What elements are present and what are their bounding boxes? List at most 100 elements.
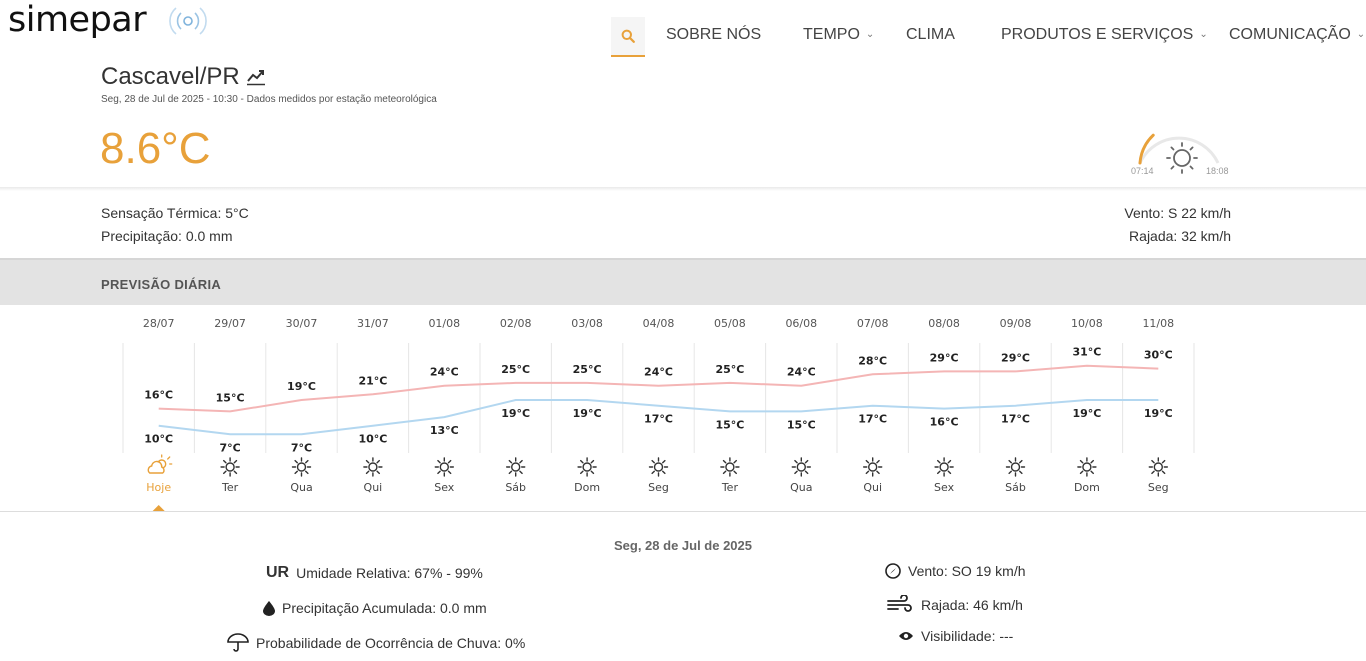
nav-label: CLIMA [906,26,955,43]
min-temp-label: 13°C [430,424,459,437]
compass-icon [885,563,901,579]
chart-trend-icon[interactable] [246,68,266,86]
sun-icon[interactable] [1148,457,1169,477]
forecast-day-label: Qui [863,481,882,494]
max-temp-label: 31°C [1072,346,1101,359]
gust-text: Rajada: 46 km/h [921,597,1023,613]
min-temp-label: 7°C [291,441,312,454]
min-temp-label: 10°C [358,433,387,446]
nav-clima[interactable]: CLIMA [906,26,955,44]
sun-icon[interactable] [934,457,954,477]
current-temperature: 8.6°C [100,124,211,173]
rain-prob-row: Probabilidade de Ocorrência de Chuva: 0% [227,633,525,653]
forecast-date: 11/08 [1142,317,1174,330]
humidity-row: UR Umidade Relativa: 67% - 99% [266,564,483,582]
forecast-date: 03/08 [571,317,603,330]
forecast-date: 07/08 [857,317,889,330]
sun-icon[interactable] [1077,457,1097,477]
max-temp-label: 21°C [358,374,387,387]
precip-accum-text: Precipitação Acumulada: 0.0 mm [282,600,487,616]
forecast-day-label: Ter [221,481,239,494]
sun-icon[interactable] [363,457,383,477]
sunrise-time: 07:14 [1131,166,1154,176]
nav-produtos-servicos[interactable]: PRODUTOS E SERVIÇOS ⌄ [1001,26,1208,44]
forecast-day-label: Hoje [146,481,171,494]
max-temp-label: 30°C [1144,349,1173,362]
min-temp-label: 17°C [858,413,887,426]
nav-label: PRODUTOS E SERVIÇOS [1001,26,1194,43]
nav-comunicacao[interactable]: COMUNICAÇÃO ⌄ [1229,26,1365,44]
sun-icon[interactable] [791,457,811,477]
min-temp-label: 17°C [1001,413,1030,426]
visibility-text: Visibilidade: --- [921,628,1014,644]
divider [0,187,1366,191]
partly-cloudy-icon[interactable] [147,454,173,474]
max-temp-label: 19°C [287,380,316,393]
forecast-date: 31/07 [357,317,389,330]
forecast-day-label: Qua [290,481,312,494]
forecast-date: 29/07 [214,317,246,330]
precipitation-now: Precipitação: 0.0 mm [101,228,233,244]
chevron-down-icon: ⌄ [1199,29,1208,40]
city-name: Cascavel/PR [101,63,240,90]
sun-icon[interactable] [648,457,669,477]
sun-icon[interactable] [720,457,740,477]
logo-text: simepar [8,0,147,40]
forecast-day-label: Seg [1148,481,1169,494]
max-temp-label: 25°C [573,363,602,376]
umbrella-icon [227,633,249,653]
forecast-chart: 28/07 16°C 10°C Hoje 29/07 15°C 7°C Ter 30/07 19… [122,317,1195,512]
max-temp-label: 29°C [1001,351,1030,364]
max-temp-label: 24°C [430,366,459,379]
search-button[interactable] [611,17,645,57]
forecast-date: 09/08 [1000,317,1032,330]
max-temp-label: 28°C [858,354,887,367]
sun-icon[interactable] [434,457,454,477]
min-temp-label: 19°C [573,407,602,420]
feels-like: Sensação Térmica: 5°C [101,205,249,221]
min-temp-label: 15°C [715,418,744,431]
forecast-date: 10/08 [1071,317,1103,330]
visibility-row: Visibilidade: --- [898,628,1013,644]
simepar-logo[interactable]: simepar [8,0,147,40]
eye-icon [898,630,914,642]
sun-icon[interactable] [1005,457,1026,477]
wind-row: Vento: SO 19 km/h [885,563,1026,579]
nav-tempo[interactable]: TEMPO ⌄ [803,26,874,44]
forecast-date: 02/08 [500,317,532,330]
sun-icon[interactable] [220,457,240,477]
min-temp-label: 7°C [219,441,240,454]
min-temp-label: 17°C [644,413,673,426]
max-temp-label: 29°C [930,351,959,364]
precip-accum-row: Precipitação Acumulada: 0.0 mm [263,600,487,616]
sun-icon [1166,142,1198,174]
forecast-day-label: Seg [648,481,669,494]
max-temp-label: 15°C [216,391,245,404]
divider [0,511,1366,512]
detail-date: Seg, 28 de Jul de 2025 [613,538,753,553]
max-temp-label: 24°C [787,366,816,379]
wind-now: Vento: S 22 km/h [1124,205,1231,221]
wind-text: Vento: SO 19 km/h [908,563,1026,579]
min-temp-label: 19°C [501,407,530,420]
humidity-text: Umidade Relativa: 67% - 99% [296,565,483,581]
sun-icon[interactable] [291,457,312,477]
forecast-date: 06/08 [785,317,817,330]
observation-subline: Seg, 28 de Jul de 2025 - 10:30 - Dados m… [101,94,437,105]
forecast-day-label: Ter [721,481,739,494]
min-temp-label: 10°C [144,433,173,446]
search-icon [621,29,635,43]
forecast-title: PREVISÃO DIÁRIA [101,277,222,292]
forecast-date: 28/07 [143,317,175,330]
forecast-day-label: Sex [934,481,955,494]
sun-icon[interactable] [506,457,526,477]
forecast-date: 05/08 [714,317,746,330]
sun-icon[interactable] [863,457,883,477]
logo-waves-icon [169,7,207,35]
max-temp-label: 24°C [644,366,673,379]
sun-icon[interactable] [577,457,597,477]
nav-label: SOBRE NÓS [666,26,762,43]
forecast-date: 04/08 [643,317,675,330]
nav-sobre-nos[interactable]: SOBRE NÓS [666,26,761,44]
forecast-day-label: Qua [790,481,812,494]
